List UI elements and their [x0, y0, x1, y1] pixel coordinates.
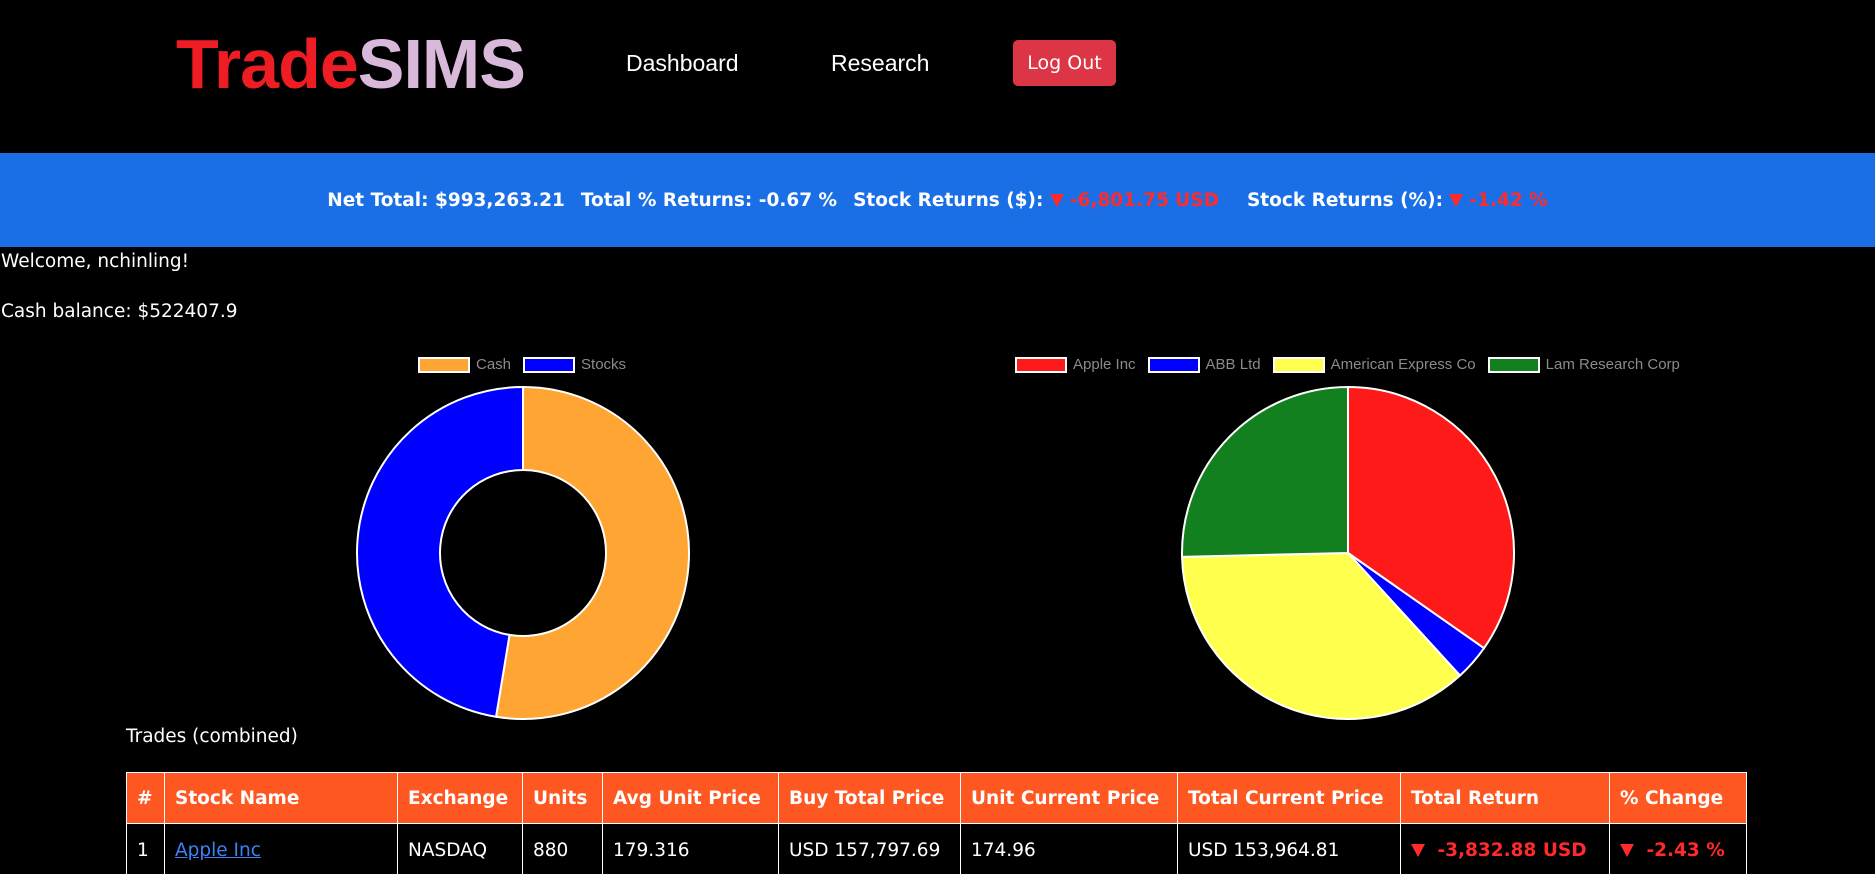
cell-pct-change: -2.43 % — [1609, 823, 1747, 874]
col-avg-unit-price: Avg Unit Price — [602, 772, 779, 824]
net-total: Net Total: $993,263.21 — [327, 189, 565, 211]
nav-research[interactable]: Research — [831, 50, 929, 77]
table-header-row: # Stock Name Exchange Units Avg Unit Pri… — [126, 772, 1747, 824]
legend-swatch-cash[interactable] — [418, 356, 470, 373]
nav-dashboard[interactable]: Dashboard — [626, 50, 739, 77]
col-buy-total-price: Buy Total Price — [778, 772, 961, 824]
legend-swatch-american-express-co[interactable] — [1272, 356, 1325, 373]
col-total-return: Total Return — [1400, 772, 1610, 824]
cell-stock-name: Apple Inc — [164, 823, 398, 874]
holdings-chart-legend: Apple Inc ABB Ltd American Express Co Lam R… — [1015, 356, 1692, 373]
col-number: # — [126, 772, 165, 824]
legend-label-lam-research-corp[interactable]: Lam Research Corp — [1546, 356, 1680, 373]
legend-swatch-abb-ltd[interactable] — [1147, 356, 1200, 373]
stock-returns-usd: Stock Returns ($): -6,801.75 USD — [853, 190, 1219, 211]
portfolio-summary-banner: Net Total: $993,263.21 Total % Returns: … — [0, 153, 1875, 247]
app-logo[interactable]: TradeSIMS — [176, 25, 526, 103]
logo-trade: Trade — [176, 25, 359, 103]
stock-returns-pct: Stock Returns (%): -1.42 % — [1247, 190, 1548, 211]
cell-total-current-price: USD 153,964.81 — [1177, 823, 1401, 874]
logo-sims: SIMS — [357, 25, 526, 103]
stock-returns-pct-value: -1.42 % — [1469, 189, 1548, 211]
slice-cash[interactable] — [494, 385, 690, 720]
top-navbar: TradeSIMS Dashboard Research Log Out — [0, 0, 1875, 153]
legend-label-abb-ltd[interactable]: ABB Ltd — [1206, 356, 1261, 373]
down-arrow-icon — [1411, 843, 1425, 857]
stock-link[interactable]: Apple Inc — [175, 840, 261, 861]
cell-avg-unit-price: 179.316 — [602, 823, 779, 874]
stock-returns-usd-value: -6,801.75 USD — [1069, 189, 1219, 211]
down-arrow-icon — [1049, 193, 1064, 207]
slice-stocks[interactable] — [356, 385, 524, 718]
legend-label-stocks[interactable]: Stocks — [581, 356, 626, 373]
legend-swatch-lam-research-corp[interactable] — [1487, 356, 1540, 373]
table-row: 1 Apple Inc NASDAQ 880 179.316 USD 157,7… — [126, 823, 1747, 874]
trades-table: # Stock Name Exchange Units Avg Unit Pri… — [126, 772, 1747, 874]
col-total-current-price: Total Current Price — [1177, 772, 1401, 824]
col-unit-current-price: Unit Current Price — [960, 772, 1178, 824]
cell-unit-current-price: 174.96 — [960, 823, 1178, 874]
slice-lam-research-corp[interactable] — [1181, 385, 1349, 558]
down-arrow-icon — [1620, 843, 1634, 857]
legend-label-cash[interactable]: Cash — [476, 356, 511, 373]
holdings-pie-chart — [1181, 385, 1515, 720]
logout-button[interactable]: Log Out — [1013, 40, 1116, 86]
legend-swatch-stocks[interactable] — [523, 356, 576, 373]
trades-title: Trades (combined) — [126, 726, 298, 747]
legend-swatch-apple-inc[interactable] — [1015, 356, 1067, 373]
col-pct-change: % Change — [1609, 772, 1747, 824]
total-returns: Total % Returns: -0.67 % — [580, 189, 838, 211]
stock-returns-usd-label: Stock Returns ($): — [853, 189, 1044, 211]
legend-label-american-express-co[interactable]: American Express Co — [1331, 356, 1476, 373]
allocation-chart-legend: Cash Stocks — [418, 356, 638, 373]
total-return-value: -3,832.88 USD — [1437, 839, 1587, 861]
pct-change-value: -2.43 % — [1646, 839, 1725, 861]
welcome-message: Welcome, nchinling! — [1, 251, 190, 272]
cash-balance: Cash balance: $522407.9 — [1, 301, 238, 322]
cell-buy-total-price: USD 157,797.69 — [778, 823, 961, 874]
cell-number: 1 — [126, 823, 165, 874]
allocation-doughnut-chart — [356, 385, 690, 720]
legend-label-apple-inc[interactable]: Apple Inc — [1073, 356, 1136, 373]
stock-returns-pct-label: Stock Returns (%): — [1246, 189, 1443, 211]
cell-exchange: NASDAQ — [397, 823, 523, 874]
col-exchange: Exchange — [397, 772, 523, 824]
cell-units: 880 — [522, 823, 603, 874]
col-units: Units — [522, 772, 603, 824]
col-stock-name: Stock Name — [164, 772, 398, 824]
cell-total-return: -3,832.88 USD — [1400, 823, 1610, 874]
down-arrow-icon — [1449, 193, 1464, 207]
